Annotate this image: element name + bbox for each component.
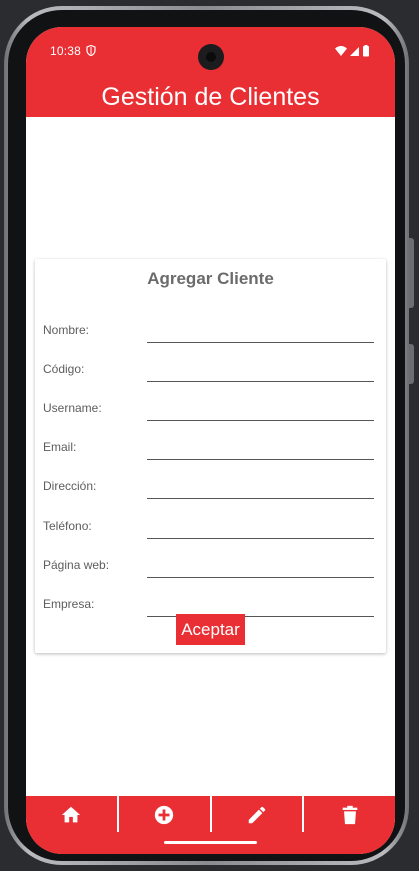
field-direccion: Dirección: (35, 470, 386, 500)
field-label: Página web: (43, 558, 110, 572)
empresa-input[interactable] (147, 588, 374, 617)
bottom-nav (26, 796, 395, 854)
app-title: Gestión de Clientes (101, 83, 320, 111)
shield-icon (86, 45, 96, 56)
trash-icon (342, 805, 357, 825)
telefono-input[interactable] (147, 510, 374, 539)
edit-pencil-icon (248, 806, 266, 824)
field-label: Código: (43, 362, 85, 376)
add-circle-icon (154, 805, 174, 825)
accept-button[interactable]: Aceptar (176, 614, 245, 645)
app-bar: 10:38 Gestión de Clientes (26, 27, 395, 117)
field-label: Dirección: (43, 479, 97, 493)
field-label: Username: (43, 401, 102, 415)
field-pagina-web: Página web: (35, 549, 386, 579)
wifi-icon (335, 46, 347, 56)
power-button (409, 344, 414, 384)
field-label: Teléfono: (43, 519, 92, 533)
add-client-form: Agregar Cliente Nombre: Código: Username… (35, 259, 386, 653)
field-email: Email: (35, 431, 386, 461)
home-icon (62, 806, 81, 823)
field-username: Username: (35, 392, 386, 422)
status-time: 10:38 (50, 44, 82, 58)
field-label: Nombre: (43, 323, 90, 337)
field-label: Email: (43, 440, 77, 454)
field-codigo: Código: (35, 353, 386, 383)
email-input[interactable] (147, 431, 374, 460)
signal-icon (350, 47, 359, 56)
nombre-input[interactable] (147, 314, 374, 343)
volume-button (409, 238, 414, 308)
screen: 10:38 Gestión de Clientes Agregar Client… (26, 27, 395, 854)
direccion-input[interactable] (147, 470, 374, 499)
username-input[interactable] (147, 392, 374, 421)
field-nombre: Nombre: (35, 314, 386, 344)
field-telefono: Teléfono: (35, 510, 386, 540)
status-icons (335, 45, 369, 57)
codigo-input[interactable] (147, 353, 374, 382)
phone-frame: 10:38 Gestión de Clientes Agregar Client… (4, 6, 414, 865)
pagina-web-input[interactable] (147, 549, 374, 578)
field-label: Empresa: (43, 597, 95, 611)
battery-icon (363, 46, 369, 57)
home-indicator[interactable] (164, 841, 257, 844)
form-title: Agregar Cliente (147, 269, 274, 288)
front-camera (198, 44, 224, 70)
